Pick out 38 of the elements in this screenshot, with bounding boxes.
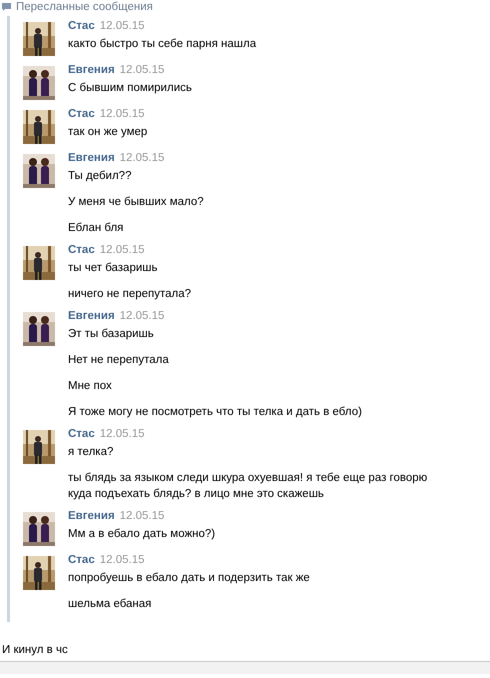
message-text: попробуешь в ебало дать и подерзить так же	[68, 571, 311, 586]
message-text: я телка?	[68, 445, 114, 460]
message-text: ничего не перепутала?	[68, 287, 192, 302]
message-date: 12.05.15	[100, 244, 144, 256]
message-text: ты блядь за языком следи шкура охуевшая! я тебе еще раз говорю куда подъехать блядь? в лицо мне это скажешь	[68, 471, 428, 502]
message-date: 12.05.15	[120, 310, 164, 322]
forwarded-messages-title: Пересланные сообщения	[16, 1, 153, 13]
author-name[interactable]: Евгения	[68, 152, 115, 164]
message-date: 12.05.15	[120, 510, 164, 522]
message-text: Ты дебил??	[68, 169, 132, 184]
author-name[interactable]: Стас	[68, 554, 95, 566]
message-text: Эт ты базаришь	[68, 327, 155, 342]
message-text: С бывшим помирились	[68, 81, 193, 96]
author-name[interactable]: Евгения	[68, 510, 115, 522]
message-text: ты чет базаришь	[68, 261, 158, 276]
author-name[interactable]: Стас	[68, 244, 95, 256]
message-date: 12.05.15	[100, 20, 144, 32]
speech-bubble-icon	[2, 3, 11, 11]
message-text: както быстро ты себе парня нашла	[68, 37, 258, 52]
message-text: шельма ебаная	[68, 597, 152, 612]
message-date: 12.05.15	[100, 428, 144, 440]
message-text: Нет не перепутала	[68, 353, 170, 368]
message-text: У меня че бывших мало?	[68, 195, 205, 210]
author-name[interactable]: Стас	[68, 20, 95, 32]
message-text: Я тоже могу не посмотреть что ты телка и дать в ебло)	[68, 405, 363, 420]
author-name[interactable]: Стас	[68, 428, 95, 440]
message-date: 12.05.15	[100, 554, 144, 566]
message-text: Еблан бля	[68, 221, 124, 236]
message-date: 12.05.15	[120, 152, 164, 164]
author-name[interactable]: Евгения	[68, 310, 115, 322]
message-date: 12.05.15	[120, 64, 164, 76]
message-text: Мм а в ебало дать можно?)	[68, 527, 216, 542]
author-name[interactable]: Стас	[68, 108, 95, 120]
caption-text: И кинул в чс	[2, 644, 69, 656]
author-name[interactable]: Евгения	[68, 64, 115, 76]
message-text: так он же умер	[68, 125, 148, 140]
message-date: 12.05.15	[100, 108, 144, 120]
message-text: Мне пох	[68, 379, 113, 394]
